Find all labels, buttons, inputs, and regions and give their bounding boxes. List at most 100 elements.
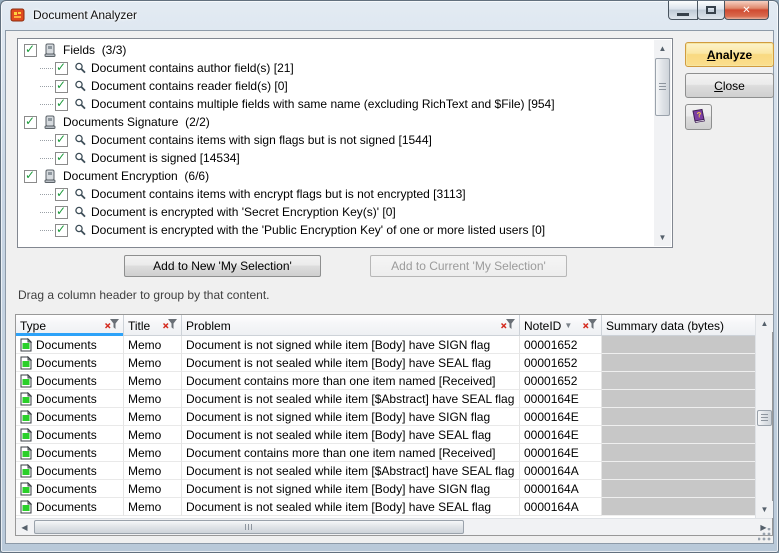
summary-cell [602, 336, 755, 354]
table-row[interactable]: Documents Memo Document is not sealed wh… [16, 498, 755, 516]
tree-check-label[interactable]: Document contains multiple fields with s… [91, 97, 555, 111]
tree-check-label[interactable]: Document is encrypted with 'Secret Encry… [91, 205, 396, 219]
document-icon [20, 446, 32, 460]
document-icon [20, 374, 32, 388]
table-row[interactable]: Documents Memo Document is not sealed wh… [16, 462, 755, 480]
add-to-current-selection-button: Add to Current 'My Selection' [370, 255, 567, 277]
table-row[interactable]: Documents Memo Document is not signed wh… [16, 336, 755, 354]
scroll-down-arrow-icon[interactable]: ▼ [756, 501, 773, 518]
summary-cell [602, 444, 755, 462]
checkbox-checked[interactable] [55, 206, 68, 219]
filter-icon[interactable] [105, 319, 119, 333]
tree-check-row[interactable]: Document contains items with encrypt fla… [19, 185, 654, 203]
group-by-hint: Drag a column header to group by that co… [18, 288, 270, 302]
table-row[interactable]: Documents Memo Document contains more th… [16, 444, 755, 462]
tree-group-row[interactable]: Document Encryption (6/6) [19, 167, 654, 185]
tree-check-label[interactable]: Document contains reader field(s) [0] [91, 79, 288, 93]
grid-hscrollbar-thumb[interactable] [34, 520, 464, 534]
table-row[interactable]: Documents Memo Document is not sealed wh… [16, 390, 755, 408]
summary-cell [602, 426, 755, 444]
titlebar[interactable]: Document Analyzer ✕ [1, 1, 778, 30]
filter-icon[interactable] [501, 319, 515, 333]
summary-cell [602, 408, 755, 426]
tree-group-row[interactable]: Documents Signature (2/2) [19, 113, 654, 131]
column-header-noteid[interactable]: NoteID ▼ [520, 315, 602, 336]
filter-icon[interactable] [583, 319, 597, 333]
close-button[interactable]: ✕ [724, 1, 769, 20]
checkbox-checked[interactable] [24, 116, 37, 129]
grid-body: Documents Memo Document is not signed wh… [16, 336, 755, 518]
tree-check-row[interactable]: Document is encrypted with 'Secret Encry… [19, 203, 654, 221]
tree-group-label[interactable]: Document Encryption (6/6) [63, 169, 209, 183]
minimize-icon [677, 13, 689, 16]
window-title: Document Analyzer [33, 8, 137, 22]
close-dialog-button[interactable]: Close [685, 73, 774, 98]
tree-check-row[interactable]: Document contains author field(s) [21] [19, 59, 654, 77]
magnifier-icon [74, 62, 87, 75]
category-icon [43, 169, 57, 184]
scroll-left-arrow-icon[interactable]: ◀ [16, 519, 33, 536]
column-header-problem[interactable]: Problem [182, 315, 520, 336]
table-row[interactable]: Documents Memo Document is not sealed wh… [16, 354, 755, 372]
tree-check-label[interactable]: Document is encrypted with the 'Public E… [91, 223, 545, 237]
tree-group-label[interactable]: Fields (3/3) [63, 43, 126, 57]
maximize-button[interactable] [697, 1, 725, 20]
tree-check-row[interactable]: Document contains items with sign flags … [19, 131, 654, 149]
tree-group-row[interactable]: Fields (3/3) [19, 41, 654, 59]
filter-icon[interactable] [163, 319, 177, 333]
grid-horizontal-scrollbar[interactable]: ◀ ▶ [16, 518, 772, 535]
checkbox-checked[interactable] [24, 44, 37, 57]
checks-tree-panel: Fields (3/3) Document contains author fi… [17, 38, 673, 248]
checkbox-checked[interactable] [55, 152, 68, 165]
magnifier-icon [74, 134, 87, 147]
checkbox-checked[interactable] [55, 134, 68, 147]
checkbox-checked[interactable] [55, 224, 68, 237]
analyze-button[interactable]: Analyze [685, 42, 774, 67]
column-header-type[interactable]: Type [16, 315, 124, 336]
table-row[interactable]: Documents Memo Document is not signed wh… [16, 480, 755, 498]
table-row[interactable]: Documents Memo Document contains more th… [16, 372, 755, 390]
checkbox-checked[interactable] [24, 170, 37, 183]
scroll-up-arrow-icon[interactable]: ▲ [654, 40, 671, 57]
tree-scrollbar-thumb[interactable] [655, 58, 670, 116]
checkbox-checked[interactable] [55, 80, 68, 93]
summary-cell [602, 390, 755, 408]
summary-cell [602, 354, 755, 372]
magnifier-icon [74, 152, 87, 165]
tree-group-label[interactable]: Documents Signature (2/2) [63, 115, 210, 129]
tree-check-row[interactable]: Document is encrypted with the 'Public E… [19, 221, 654, 239]
table-row[interactable]: Documents Memo Document is not signed wh… [16, 408, 755, 426]
results-grid: Type Title Problem NoteID ▼ Summar [15, 314, 773, 536]
category-icon [43, 43, 57, 58]
document-icon [20, 464, 32, 478]
checkbox-checked[interactable] [55, 62, 68, 75]
magnifier-icon [74, 98, 87, 111]
checkbox-checked[interactable] [55, 98, 68, 111]
tree-vertical-scrollbar[interactable]: ▲ ▼ [654, 40, 671, 246]
tree-connector [40, 104, 53, 105]
help-book-button[interactable]: ? [685, 104, 712, 130]
tree-check-row[interactable]: Document contains reader field(s) [0] [19, 77, 654, 95]
magnifier-icon [74, 206, 87, 219]
checkbox-checked[interactable] [55, 188, 68, 201]
scroll-up-arrow-icon[interactable]: ▲ [756, 315, 773, 332]
tree-connector [40, 158, 53, 159]
add-to-new-selection-button[interactable]: Add to New 'My Selection' [124, 255, 321, 277]
minimize-button[interactable] [668, 1, 698, 20]
resize-grip[interactable] [758, 528, 771, 541]
category-icon [43, 115, 57, 130]
tree-check-label[interactable]: Document contains author field(s) [21] [91, 61, 294, 75]
grid-scrollbar-thumb[interactable] [757, 410, 772, 426]
summary-cell [602, 372, 755, 390]
summary-cell [602, 462, 755, 480]
tree-check-label[interactable]: Document is signed [14534] [91, 151, 240, 165]
column-header-title[interactable]: Title [124, 315, 182, 336]
column-header-summary[interactable]: Summary data (bytes) [602, 315, 755, 336]
scroll-down-arrow-icon[interactable]: ▼ [654, 229, 671, 246]
table-row[interactable]: Documents Memo Document is not sealed wh… [16, 426, 755, 444]
tree-check-row[interactable]: Document contains multiple fields with s… [19, 95, 654, 113]
tree-check-row[interactable]: Document is signed [14534] [19, 149, 654, 167]
tree-check-label[interactable]: Document contains items with encrypt fla… [91, 187, 466, 201]
grid-vertical-scrollbar[interactable]: ▲ ▼ [755, 315, 772, 518]
tree-check-label[interactable]: Document contains items with sign flags … [91, 133, 432, 147]
